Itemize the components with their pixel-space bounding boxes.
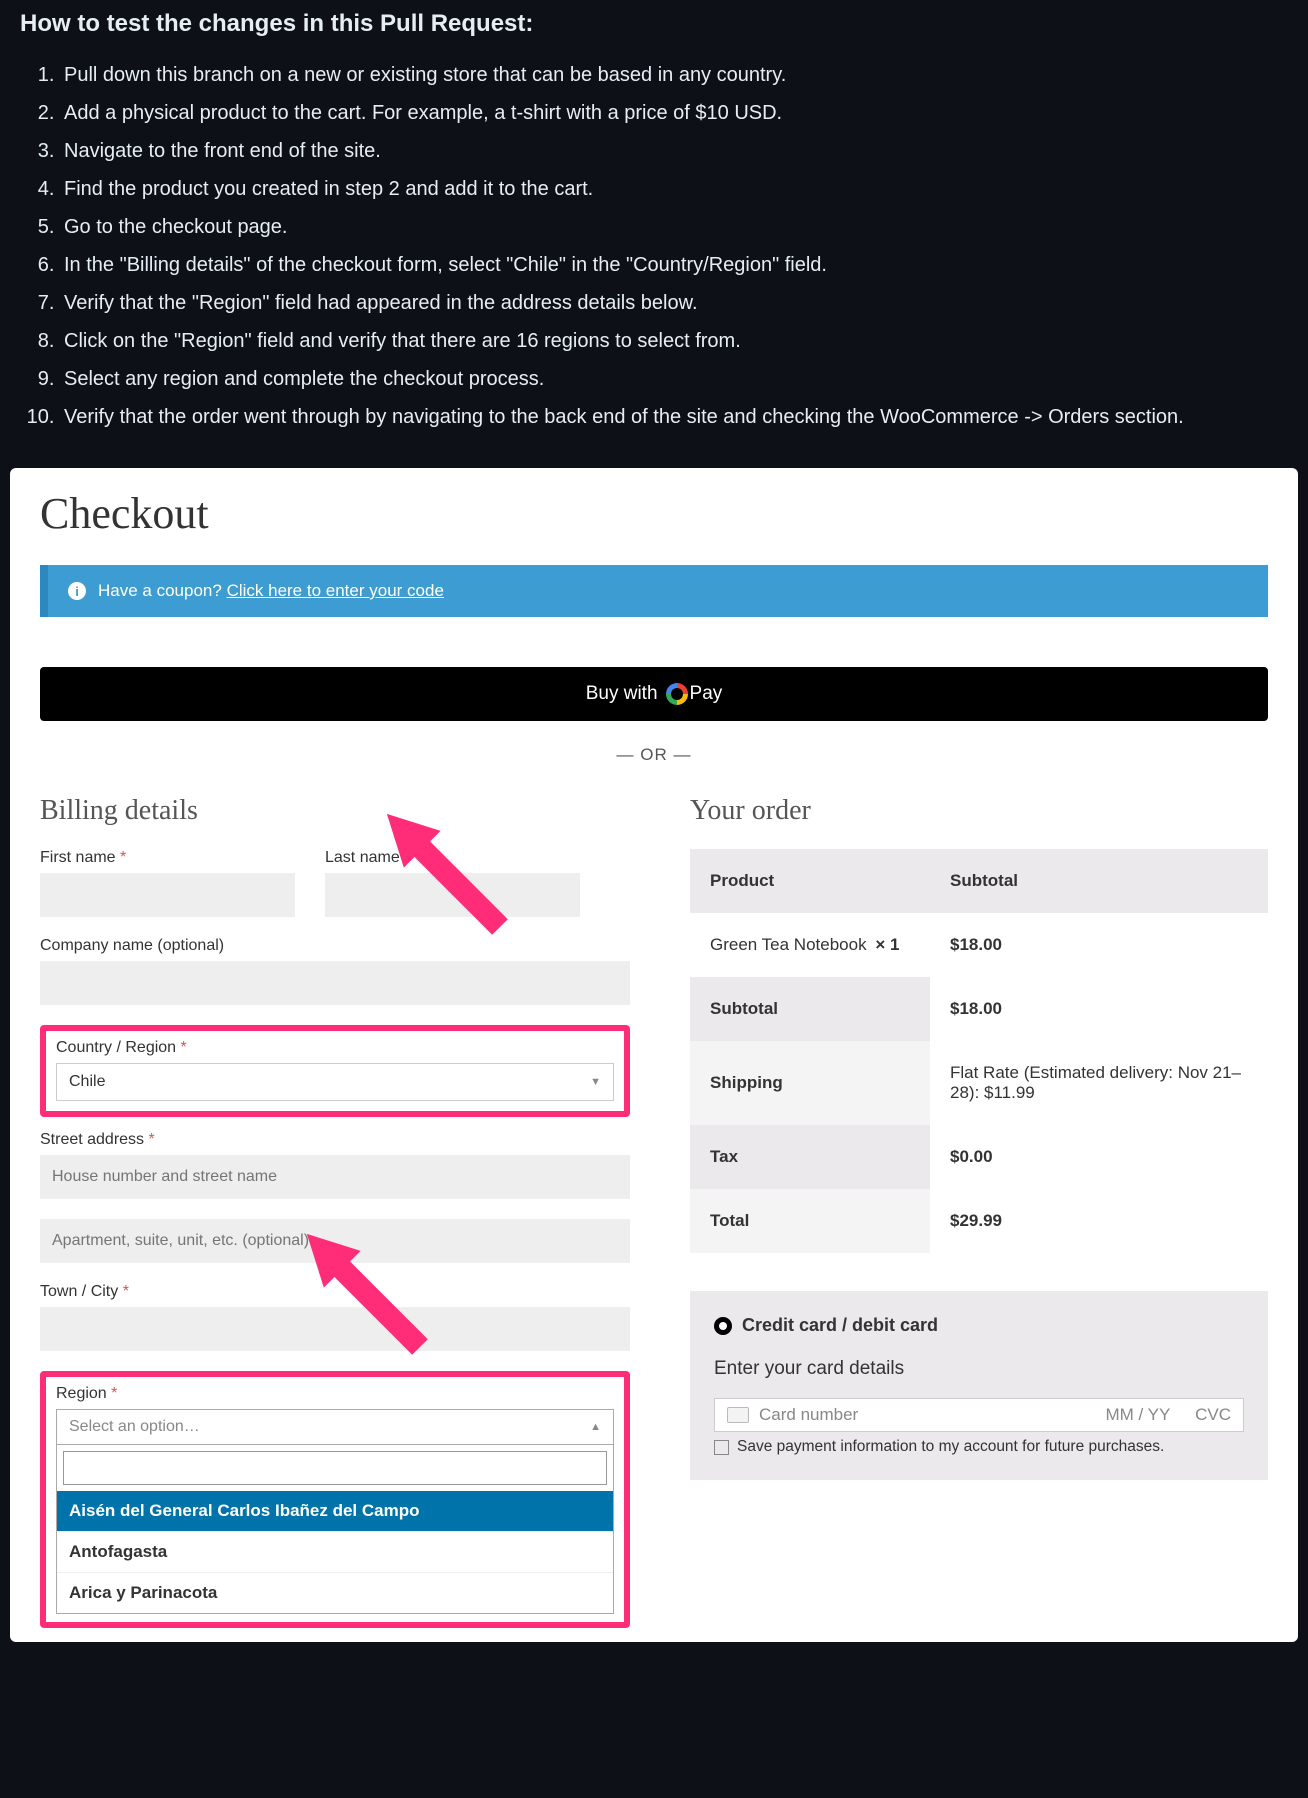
card-subheading: Enter your card details <box>714 1358 1244 1380</box>
tax-value: $0.00 <box>930 1125 1268 1189</box>
chevron-up-icon: ▲ <box>590 1421 601 1433</box>
coupon-text: Have a coupon? <box>98 581 222 600</box>
instructions-section: How to test the changes in this Pull Req… <box>10 10 1298 456</box>
list-item: Find the product you created in step 2 a… <box>60 170 1288 208</box>
list-item: Pull down this branch on a new or existi… <box>60 56 1288 94</box>
country-label: Country / Region * <box>56 1039 614 1057</box>
or-separator: — OR — <box>40 745 1268 765</box>
col-product: Product <box>690 849 930 913</box>
tax-label: Tax <box>690 1125 930 1189</box>
region-option[interactable]: Arica y Parinacota <box>57 1572 613 1613</box>
total-value: $29.99 <box>930 1189 1268 1253</box>
country-select[interactable]: Chile ▼ <box>56 1063 614 1101</box>
card-input[interactable]: Card number MM / YY CVC <box>714 1398 1244 1432</box>
instructions-heading: How to test the changes in this Pull Req… <box>20 10 1288 38</box>
order-heading: Your order <box>690 795 1268 827</box>
street-label: Street address * <box>40 1131 630 1149</box>
card-exp-placeholder: MM / YY <box>1105 1405 1170 1425</box>
card-cvc-placeholder: CVC <box>1195 1405 1231 1425</box>
gpay-button[interactable]: Buy with Pay <box>40 667 1268 721</box>
list-item: Click on the "Region" field and verify t… <box>60 322 1288 360</box>
subtotal-label: Subtotal <box>690 977 930 1041</box>
coupon-link[interactable]: Click here to enter your code <box>227 581 444 600</box>
chevron-down-icon: ▼ <box>590 1076 601 1088</box>
checkout-screenshot: Checkout i Have a coupon? Click here to … <box>10 468 1298 1642</box>
col-subtotal: Subtotal <box>930 849 1268 913</box>
line-item-price: $18.00 <box>930 913 1268 977</box>
payment-method-radio[interactable]: Credit card / debit card <box>714 1315 1244 1336</box>
coupon-notice[interactable]: i Have a coupon? Click here to enter you… <box>40 565 1268 617</box>
town-label: Town / City * <box>40 1283 630 1301</box>
shipping-label: Shipping <box>690 1041 930 1125</box>
page-title: Checkout <box>40 488 1268 539</box>
shipping-value: Flat Rate (Estimated delivery: Nov 21–28… <box>930 1041 1268 1125</box>
subtotal-value: $18.00 <box>930 977 1268 1041</box>
total-label: Total <box>690 1189 930 1253</box>
first-name-field[interactable] <box>40 873 295 917</box>
info-icon: i <box>68 582 86 600</box>
company-field[interactable] <box>40 961 630 1005</box>
region-placeholder: Select an option… <box>69 1418 200 1436</box>
street1-field[interactable] <box>40 1155 630 1199</box>
region-label: Region * <box>56 1385 614 1403</box>
payment-section: Credit card / debit card Enter your card… <box>690 1291 1268 1480</box>
card-number-placeholder: Card number <box>759 1405 858 1425</box>
region-highlight: Region * Select an option… ▲ Aisén del G… <box>40 1371 630 1628</box>
list-item: Go to the checkout page. <box>60 208 1288 246</box>
region-search-input[interactable] <box>63 1451 607 1485</box>
save-card-checkbox[interactable]: Save payment information to my account f… <box>714 1438 1244 1456</box>
region-select[interactable]: Select an option… ▲ Aisén del General Ca… <box>56 1409 614 1614</box>
order-column: Your order Product Subtotal Green Tea No… <box>690 795 1268 1642</box>
town-field[interactable] <box>40 1307 630 1351</box>
billing-column: Billing details First name * Last name *… <box>40 795 630 1642</box>
list-item: Verify that the order went through by na… <box>60 398 1288 436</box>
list-item: Navigate to the front end of the site. <box>60 132 1288 170</box>
gpay-prefix: Buy with <box>586 683 658 705</box>
card-icon <box>727 1407 749 1423</box>
payment-method-label: Credit card / debit card <box>742 1315 938 1336</box>
gpay-logo-icon: Pay <box>666 683 723 705</box>
list-item: Select any region and complete the check… <box>60 360 1288 398</box>
list-item: In the "Billing details" of the checkout… <box>60 246 1288 284</box>
order-summary-table: Product Subtotal Green Tea Notebook × 1 … <box>690 849 1268 1253</box>
country-selected-value: Chile <box>69 1073 105 1091</box>
country-highlight: Country / Region * Chile ▼ <box>40 1025 630 1117</box>
radio-selected-icon <box>714 1317 732 1335</box>
checkbox-icon <box>714 1440 729 1455</box>
region-options-list: Aisén del General Carlos Ibañez del Camp… <box>57 1491 613 1613</box>
list-item: Verify that the "Region" field had appea… <box>60 284 1288 322</box>
first-name-label: First name * <box>40 849 295 867</box>
region-option[interactable]: Aisén del General Carlos Ibañez del Camp… <box>57 1491 613 1531</box>
list-item: Add a physical product to the cart. For … <box>60 94 1288 132</box>
save-card-label: Save payment information to my account f… <box>737 1438 1164 1456</box>
billing-heading: Billing details <box>40 795 630 827</box>
region-option[interactable]: Antofagasta <box>57 1531 613 1572</box>
company-label: Company name (optional) <box>40 937 630 955</box>
instructions-list: Pull down this branch on a new or existi… <box>20 56 1288 436</box>
line-item-name: Green Tea Notebook × 1 <box>690 913 930 977</box>
